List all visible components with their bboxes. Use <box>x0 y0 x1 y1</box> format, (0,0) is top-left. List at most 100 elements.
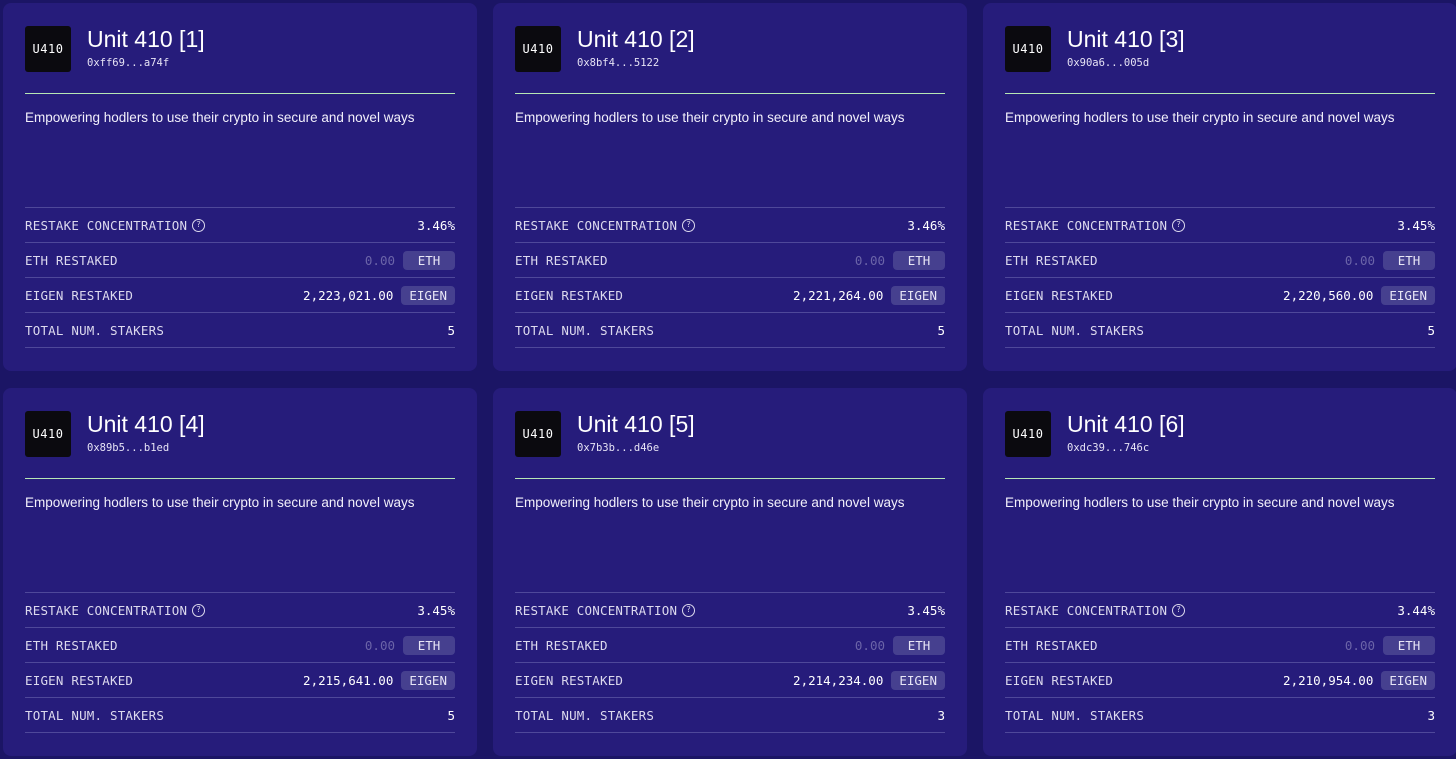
eth-restaked-label: ETH RESTAKED <box>515 252 608 268</box>
operator-address: 0x89b5...b1ed <box>87 442 170 454</box>
eigen-restaked-label: EIGEN RESTAKED <box>1005 287 1114 303</box>
eigen-restaked-label: EIGEN RESTAKED <box>25 672 134 688</box>
eth-token-badge: ETH <box>403 635 455 655</box>
eth-restaked-value: 0.00 <box>854 252 885 268</box>
total-stakers-row: TOTAL NUM. STAKERS 5 <box>25 312 455 348</box>
operator-address: 0x90a6...005d <box>1067 57 1150 69</box>
restake-concentration-label: RESTAKE CONCENTRATION <box>25 217 188 233</box>
eigen-restaked-row: EIGEN RESTAKED 2,210,954.00 EIGEN <box>1005 662 1435 697</box>
operator-title[interactable]: Unit 410 [2] <box>577 25 695 53</box>
operator-address: 0xff69...a74f <box>87 57 170 69</box>
operator-card[interactable]: U410 Unit 410 [6] 0xdc39...746c Empoweri… <box>983 388 1456 756</box>
total-stakers-row: TOTAL NUM. STAKERS 3 <box>515 697 945 733</box>
question-circle-icon[interactable]: ? <box>192 218 206 232</box>
restake-concentration-label: RESTAKE CONCENTRATION <box>1005 602 1168 618</box>
eth-restaked-value: 0.00 <box>364 252 395 268</box>
operator-logo: U410 <box>25 26 71 72</box>
operator-title[interactable]: Unit 410 [5] <box>577 410 695 438</box>
operator-card[interactable]: U410 Unit 410 [3] 0x90a6...005d Empoweri… <box>983 3 1456 371</box>
eigen-token-badge: EIGEN <box>401 285 455 305</box>
operator-card[interactable]: U410 Unit 410 [4] 0x89b5...b1ed Empoweri… <box>3 388 477 756</box>
restake-concentration-row: RESTAKE CONCENTRATION ? 3.45% <box>515 592 945 627</box>
eth-restaked-label: ETH RESTAKED <box>515 637 608 653</box>
restake-concentration-row: RESTAKE CONCENTRATION ? 3.46% <box>515 207 945 242</box>
eigen-restaked-value: 2,223,021.00 <box>303 287 394 303</box>
question-circle-icon[interactable]: ? <box>192 603 206 617</box>
total-stakers-value: 5 <box>447 322 455 338</box>
divider <box>25 478 455 479</box>
operator-description: Empowering hodlers to use their crypto i… <box>515 110 905 125</box>
total-stakers-label: TOTAL NUM. STAKERS <box>1005 707 1145 723</box>
total-stakers-value: 5 <box>447 707 455 723</box>
total-stakers-row: TOTAL NUM. STAKERS 3 <box>1005 697 1435 733</box>
stats-table: RESTAKE CONCENTRATION ? 3.45% ETH RESTAK… <box>1005 207 1435 348</box>
operator-description: Empowering hodlers to use their crypto i… <box>1005 110 1395 125</box>
stats-table: RESTAKE CONCENTRATION ? 3.45% ETH RESTAK… <box>515 592 945 733</box>
eigen-restaked-row: EIGEN RESTAKED 2,215,641.00 EIGEN <box>25 662 455 697</box>
question-circle-icon[interactable]: ? <box>1172 603 1186 617</box>
operator-title[interactable]: Unit 410 [1] <box>87 25 205 53</box>
operator-title[interactable]: Unit 410 [4] <box>87 410 205 438</box>
operator-address: 0x8bf4...5122 <box>577 57 660 69</box>
restake-concentration-value: 3.45% <box>417 602 455 618</box>
divider <box>25 93 455 94</box>
operator-card[interactable]: U410 Unit 410 [5] 0x7b3b...d46e Empoweri… <box>493 388 967 756</box>
divider <box>515 93 945 94</box>
operator-address: 0xdc39...746c <box>1067 442 1150 454</box>
eth-token-badge: ETH <box>1383 635 1435 655</box>
eth-restaked-label: ETH RESTAKED <box>1005 252 1098 268</box>
question-circle-icon[interactable]: ? <box>682 603 696 617</box>
eigen-restaked-row: EIGEN RESTAKED 2,223,021.00 EIGEN <box>25 277 455 312</box>
operator-title[interactable]: Unit 410 [3] <box>1067 25 1185 53</box>
restake-concentration-value: 3.46% <box>907 217 945 233</box>
total-stakers-value: 5 <box>1427 322 1435 338</box>
eigen-restaked-label: EIGEN RESTAKED <box>515 287 624 303</box>
eth-restaked-label: ETH RESTAKED <box>25 637 118 653</box>
eigen-token-badge: EIGEN <box>401 670 455 690</box>
eth-token-badge: ETH <box>893 250 945 270</box>
stats-table: RESTAKE CONCENTRATION ? 3.44% ETH RESTAK… <box>1005 592 1435 733</box>
restake-concentration-value: 3.45% <box>1397 217 1435 233</box>
eigen-restaked-row: EIGEN RESTAKED 2,214,234.00 EIGEN <box>515 662 945 697</box>
eth-restaked-value: 0.00 <box>364 637 395 653</box>
operator-logo: U410 <box>25 411 71 457</box>
eigen-restaked-value: 2,215,641.00 <box>303 672 394 688</box>
restake-concentration-value: 3.44% <box>1397 602 1435 618</box>
total-stakers-row: TOTAL NUM. STAKERS 5 <box>1005 312 1435 348</box>
eth-restaked-label: ETH RESTAKED <box>25 252 118 268</box>
operator-logo: U410 <box>1005 26 1051 72</box>
restake-concentration-value: 3.46% <box>417 217 455 233</box>
restake-concentration-row: RESTAKE CONCENTRATION ? 3.45% <box>1005 207 1435 242</box>
total-stakers-value: 5 <box>937 322 945 338</box>
operator-title[interactable]: Unit 410 [6] <box>1067 410 1185 438</box>
restake-concentration-label: RESTAKE CONCENTRATION <box>515 217 678 233</box>
operator-card[interactable]: U410 Unit 410 [1] 0xff69...a74f Empoweri… <box>3 3 477 371</box>
total-stakers-value: 3 <box>937 707 945 723</box>
question-circle-icon[interactable]: ? <box>1172 218 1186 232</box>
restake-concentration-label: RESTAKE CONCENTRATION <box>1005 217 1168 233</box>
restake-concentration-label: RESTAKE CONCENTRATION <box>25 602 188 618</box>
eigen-restaked-row: EIGEN RESTAKED 2,221,264.00 EIGEN <box>515 277 945 312</box>
total-stakers-row: TOTAL NUM. STAKERS 5 <box>25 697 455 733</box>
eigen-restaked-label: EIGEN RESTAKED <box>1005 672 1114 688</box>
divider <box>515 478 945 479</box>
operator-logo: U410 <box>515 411 561 457</box>
operator-description: Empowering hodlers to use their crypto i… <box>515 495 905 510</box>
eth-restaked-row: ETH RESTAKED 0.00 ETH <box>25 627 455 662</box>
operator-card[interactable]: U410 Unit 410 [2] 0x8bf4...5122 Empoweri… <box>493 3 967 371</box>
stats-table: RESTAKE CONCENTRATION ? 3.46% ETH RESTAK… <box>515 207 945 348</box>
total-stakers-label: TOTAL NUM. STAKERS <box>515 322 655 338</box>
restake-concentration-value: 3.45% <box>907 602 945 618</box>
eigen-token-badge: EIGEN <box>891 670 945 690</box>
question-circle-icon[interactable]: ? <box>682 218 696 232</box>
eth-token-badge: ETH <box>403 250 455 270</box>
eth-token-badge: ETH <box>893 635 945 655</box>
operator-logo: U410 <box>1005 411 1051 457</box>
eth-restaked-row: ETH RESTAKED 0.00 ETH <box>515 627 945 662</box>
eigen-restaked-row: EIGEN RESTAKED 2,220,560.00 EIGEN <box>1005 277 1435 312</box>
eigen-restaked-value: 2,210,954.00 <box>1283 672 1374 688</box>
operator-logo: U410 <box>515 26 561 72</box>
eigen-restaked-value: 2,214,234.00 <box>793 672 884 688</box>
operator-address: 0x7b3b...d46e <box>577 442 660 454</box>
eth-restaked-value: 0.00 <box>854 637 885 653</box>
